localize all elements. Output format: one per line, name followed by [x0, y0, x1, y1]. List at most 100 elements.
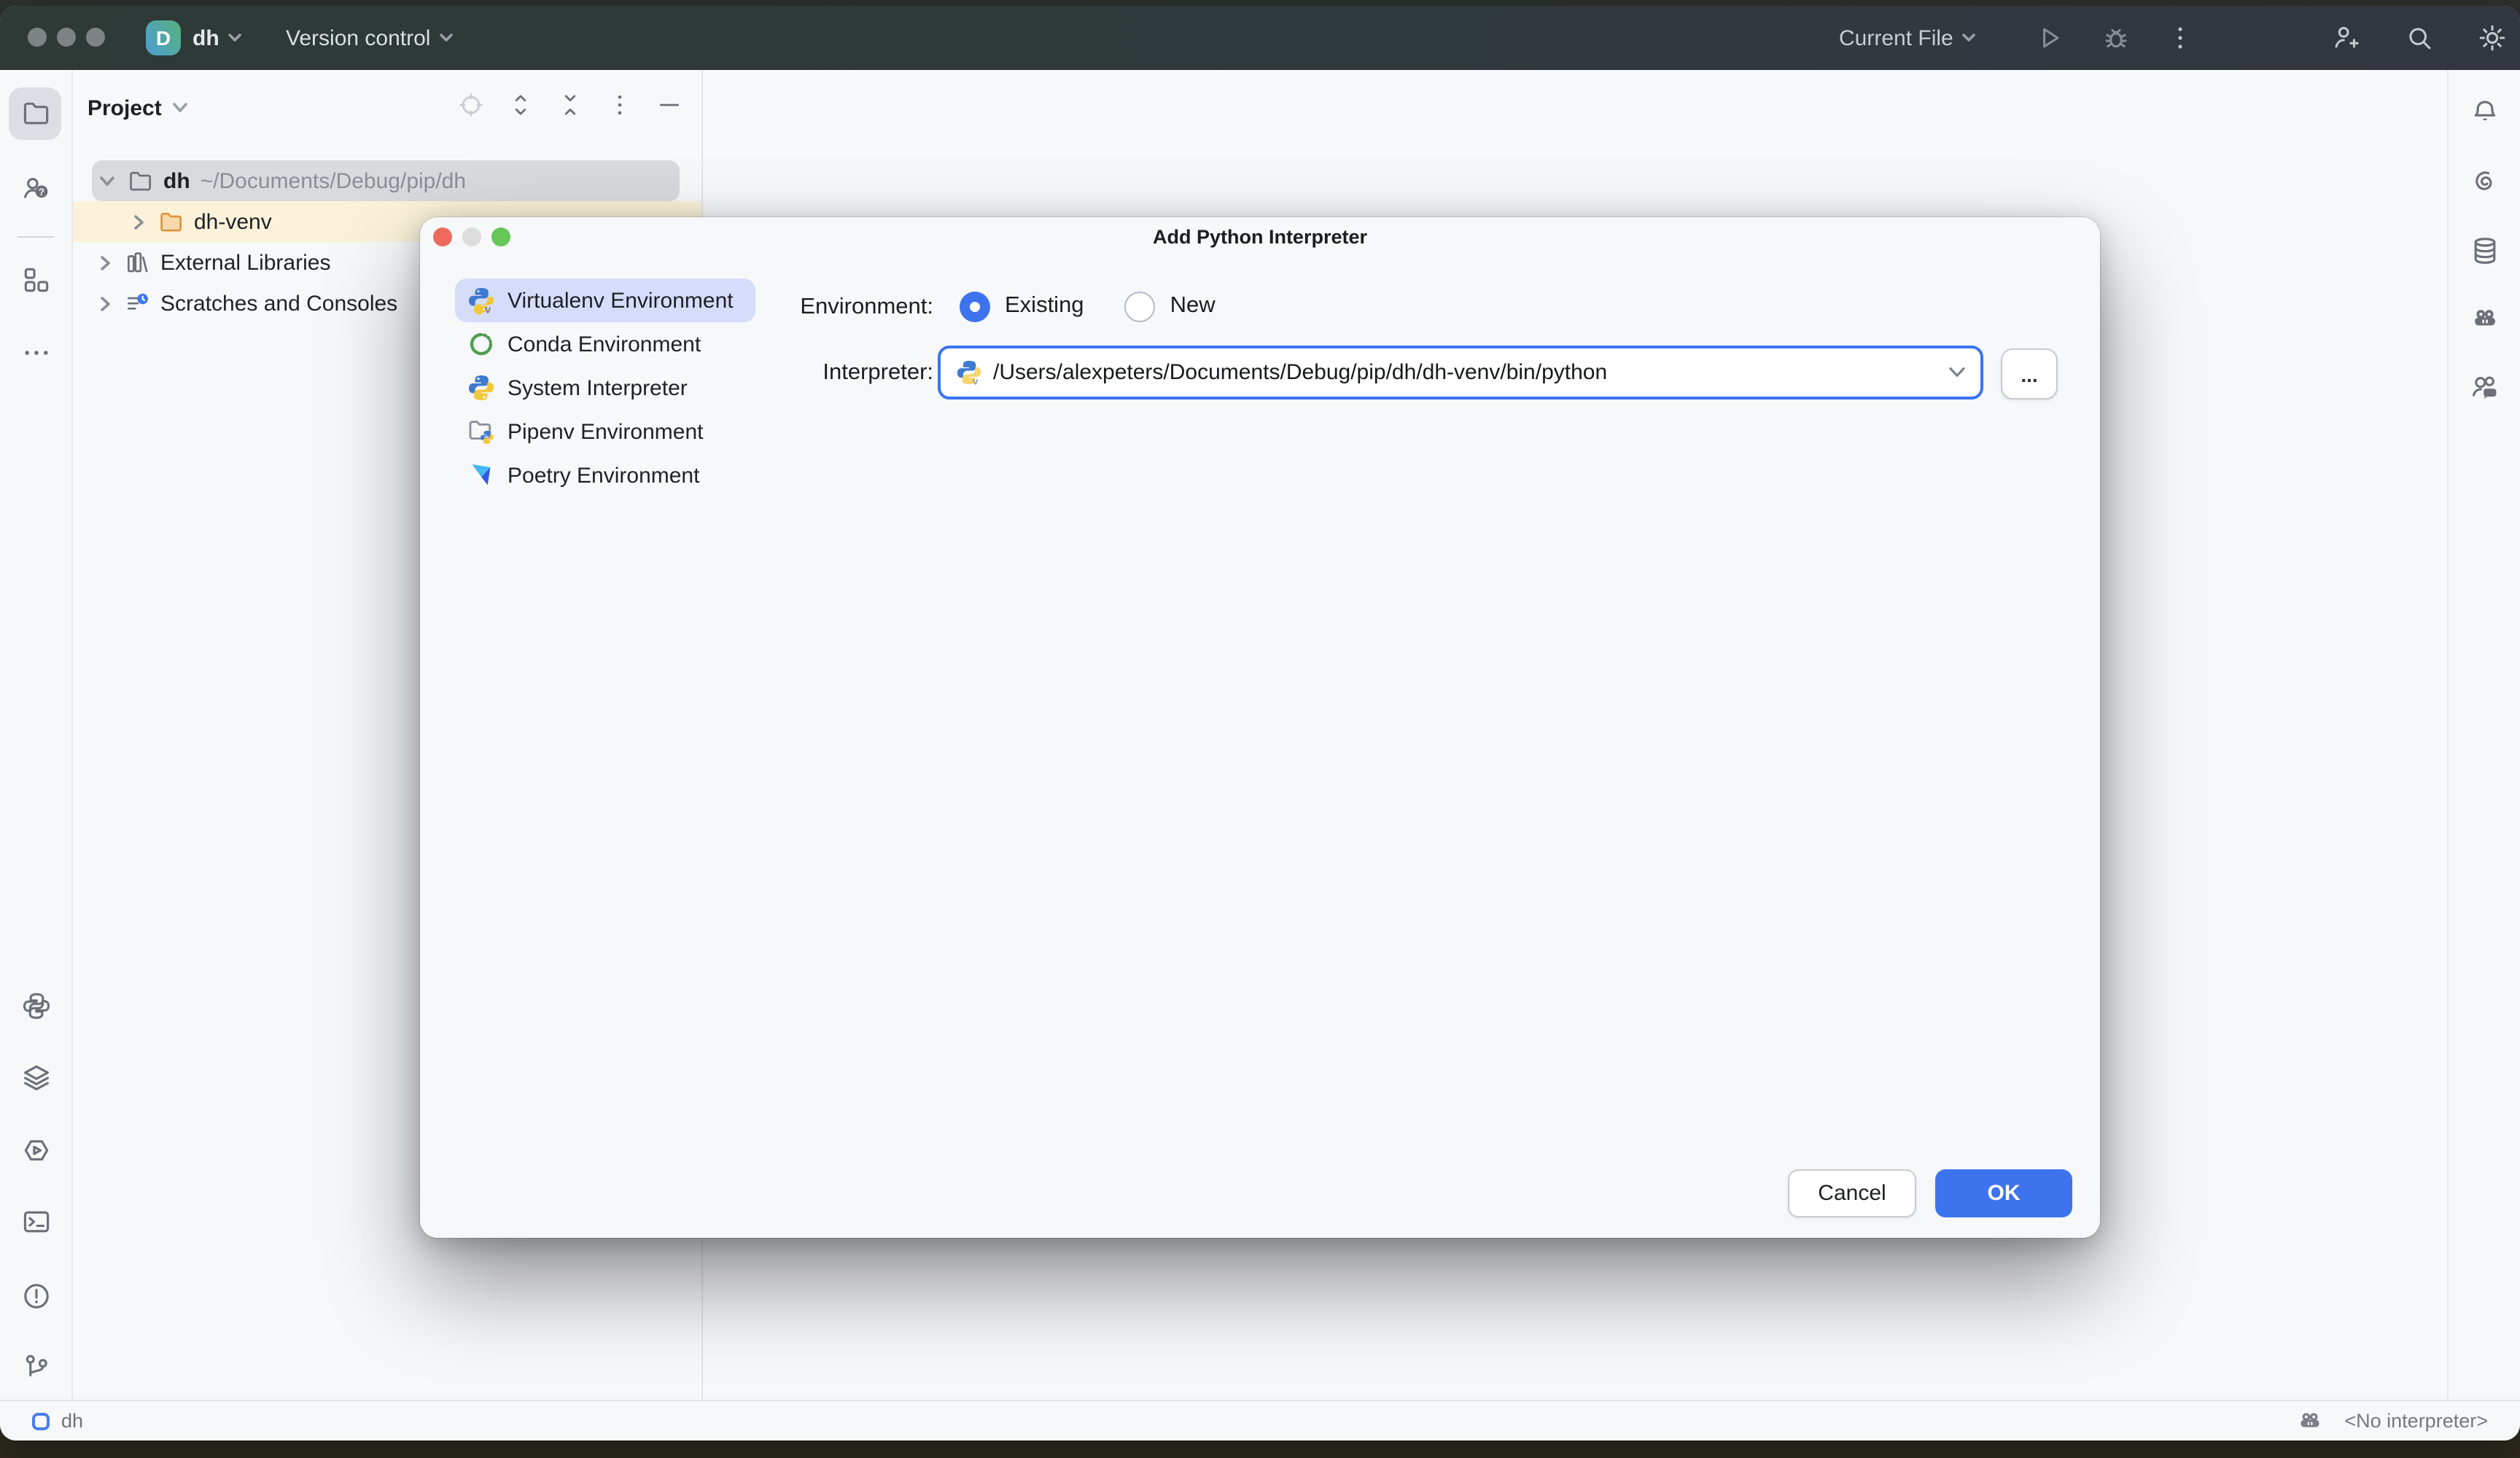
environment-label: Environment: — [671, 295, 933, 321]
dialog-nav-conda[interactable]: Conda Environment — [455, 322, 755, 366]
window-close-button[interactable] — [28, 28, 47, 47]
ide-window: D dh Version control Current File — [0, 6, 2520, 1441]
svg-text:v: v — [485, 304, 491, 316]
interpreter-label: Interpreter: — [671, 360, 933, 386]
status-project-label: dh — [61, 1410, 83, 1432]
run-config-label: Current File — [1839, 26, 1953, 50]
vcs-widget[interactable]: Version control — [286, 6, 454, 70]
more-tools-icon[interactable] — [20, 337, 52, 369]
python-packages-icon[interactable] — [20, 990, 52, 1022]
browse-button[interactable]: ... — [2001, 348, 2058, 399]
status-interpreter-label: <No interpreter> — [2344, 1410, 2488, 1432]
python-icon — [467, 373, 496, 402]
ok-button[interactable]: OK — [1935, 1169, 2072, 1217]
divider — [18, 236, 54, 238]
chevron-collapsed-icon[interactable] — [99, 254, 112, 270]
dialog-title: Add Python Interpreter — [420, 226, 2100, 248]
ai-chat-robot-icon[interactable] — [2468, 303, 2500, 335]
git-branch-icon[interactable] — [20, 1352, 52, 1384]
hide-panel-icon[interactable] — [655, 90, 684, 120]
nav-item-label: Conda Environment — [508, 332, 701, 356]
project-avatar: D — [146, 20, 181, 55]
conda-icon — [467, 330, 496, 359]
python-venv-icon: v — [955, 359, 983, 386]
tree-row-scratches[interactable]: Scratches and Consoles — [99, 283, 397, 324]
nav-item-label: System Interpreter — [508, 375, 688, 400]
add-user-icon[interactable] — [2329, 22, 2361, 54]
dialog-nav-poetry[interactable]: Poetry Environment — [455, 453, 755, 497]
folder-icon — [127, 167, 155, 195]
tree-root-label: dh — [163, 168, 190, 193]
svg-text:v: v — [973, 376, 979, 386]
nav-item-label: Poetry Environment — [508, 463, 699, 488]
tree-root-path: ~/Documents/Debug/pip/dh — [201, 168, 466, 193]
chevron-expanded-icon[interactable] — [99, 174, 115, 187]
project-widget-label: dh — [192, 26, 219, 50]
folder-excluded-icon — [158, 208, 185, 235]
environment-radio-group: Existing New — [960, 284, 1216, 328]
radio-new[interactable] — [1125, 291, 1156, 321]
right-activity-bar — [2447, 70, 2520, 1401]
collapse-all-icon[interactable] — [556, 90, 585, 120]
poetry-icon — [467, 461, 496, 490]
chevron-collapsed-icon[interactable] — [99, 295, 112, 311]
project-folder-icon[interactable] — [20, 98, 52, 130]
radio-new-label: New — [1170, 293, 1216, 319]
tree-item-label: dh-venv — [194, 209, 272, 234]
code-with-me-icon[interactable] — [2468, 372, 2500, 404]
project-panel-header[interactable]: Project — [88, 87, 188, 128]
layers-icon[interactable] — [20, 1061, 52, 1094]
project-widget[interactable]: dh — [192, 6, 243, 70]
structure-icon[interactable] — [20, 264, 52, 296]
project-panel-title: Project — [88, 95, 162, 120]
tree-row-root[interactable]: dh ~/Documents/Debug/pip/dh — [99, 160, 466, 201]
tree-item-label: External Libraries — [160, 250, 330, 275]
left-activity-bar: ? — [0, 70, 73, 1401]
chevron-down-icon — [439, 32, 454, 44]
window-zoom-button[interactable] — [86, 28, 105, 47]
status-interpreter-widget[interactable]: <No interpreter> — [2295, 1401, 2488, 1441]
tree-row-external-libraries[interactable]: External Libraries — [99, 242, 330, 283]
interpreter-combobox[interactable]: v /Users/alexpeters/Documents/Debug/pip/… — [938, 346, 1983, 399]
cancel-button[interactable]: Cancel — [1788, 1169, 1916, 1217]
ai-robot-status-icon[interactable] — [2295, 1406, 2324, 1435]
expand-all-icon[interactable] — [506, 90, 535, 120]
status-project-widget[interactable]: dh — [32, 1401, 83, 1441]
more-vertical-icon[interactable] — [605, 90, 634, 120]
nav-item-label: Pipenv Environment — [508, 419, 704, 444]
radio-existing[interactable] — [960, 291, 990, 321]
services-icon[interactable] — [20, 1134, 52, 1166]
chevron-collapsed-icon[interactable] — [133, 214, 146, 230]
locate-icon[interactable] — [456, 90, 486, 120]
chevron-down-icon — [1962, 32, 1977, 44]
database-icon[interactable] — [2468, 235, 2500, 267]
problems-icon[interactable] — [20, 1280, 52, 1312]
ai-assistant-icon[interactable] — [2468, 166, 2500, 198]
window-minimize-button[interactable] — [57, 28, 76, 47]
add-python-interpreter-dialog: Add Python Interpreter v Virtualenv Envi… — [420, 217, 2100, 1238]
status-bar: dh <No interpreter> — [0, 1400, 2520, 1441]
search-icon[interactable] — [2403, 22, 2435, 54]
titlebar: D dh Version control Current File — [0, 6, 2520, 70]
scratches-icon — [124, 289, 152, 317]
chevron-down-icon — [228, 32, 243, 44]
chevron-down-icon[interactable] — [1948, 366, 1966, 379]
run-config-widget[interactable]: Current File — [1839, 6, 1977, 70]
project-window-icon — [32, 1412, 50, 1430]
project-panel-toolbar — [456, 90, 684, 120]
pipenv-icon — [467, 417, 496, 446]
debug-icon[interactable] — [2100, 22, 2132, 54]
library-icon — [124, 249, 152, 276]
chevron-down-icon — [172, 102, 188, 114]
notifications-bell-icon[interactable] — [2468, 96, 2500, 128]
settings-gear-icon[interactable] — [2476, 22, 2508, 54]
run-icon[interactable] — [2033, 22, 2065, 54]
terminal-icon[interactable] — [20, 1206, 52, 1238]
radio-existing-label: Existing — [1005, 293, 1084, 319]
svg-text:?: ? — [38, 187, 44, 198]
more-vertical-icon[interactable] — [2164, 22, 2196, 54]
dialog-nav-pipenv[interactable]: Pipenv Environment — [455, 410, 755, 453]
tree-row-dh-venv[interactable]: dh-venv — [133, 201, 272, 242]
python-venv-icon: v — [467, 286, 496, 315]
community-help-icon[interactable]: ? — [20, 172, 52, 204]
